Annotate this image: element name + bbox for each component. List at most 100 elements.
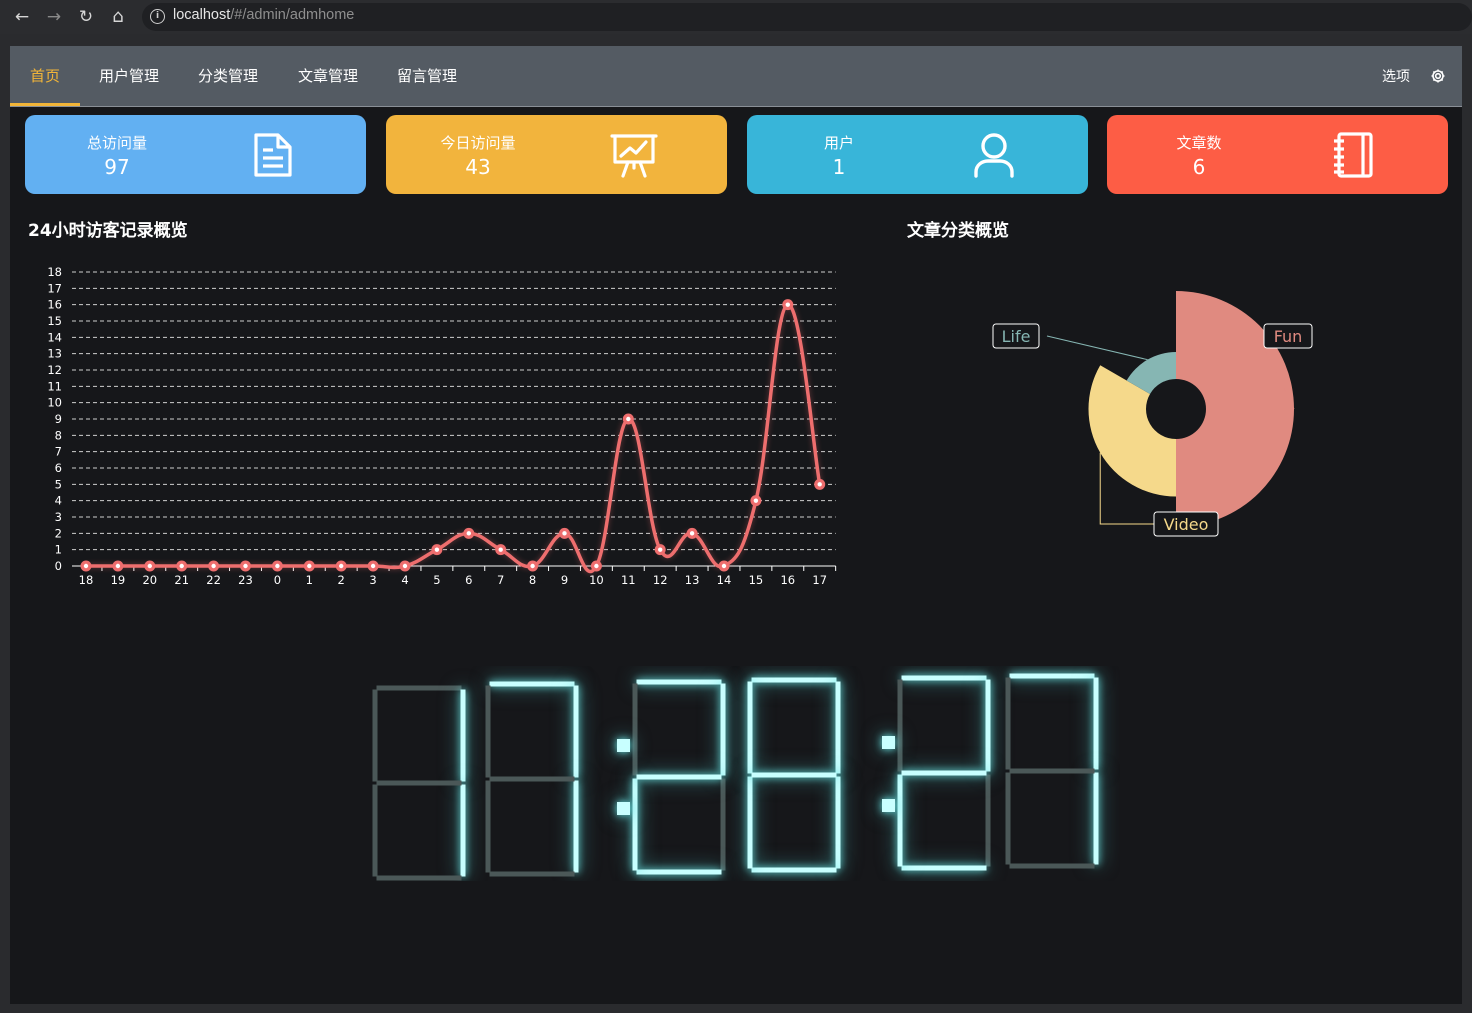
y-tick-label: 12: [47, 363, 62, 377]
x-tick-label: 7: [497, 573, 504, 587]
clock-digit-7: [1005, 673, 1099, 869]
data-point-center: [434, 547, 440, 552]
x-tick-label: 21: [174, 573, 189, 587]
x-tick-label: 8: [529, 573, 536, 587]
pie-slice-video: [1088, 365, 1176, 497]
label-leader-line: [1046, 335, 1148, 361]
data-point-center: [626, 416, 631, 422]
y-tick-label: 9: [55, 412, 62, 426]
y-tick-label: 15: [47, 314, 62, 328]
data-point-center: [785, 302, 790, 307]
y-tick-label: 8: [55, 428, 62, 442]
x-tick-label: 23: [238, 573, 253, 587]
x-tick-label: 9: [561, 573, 568, 587]
clock-colon-dot: [617, 739, 630, 752]
y-tick-label: 4: [55, 494, 62, 508]
forward-arrow-icon[interactable]: →: [44, 7, 64, 27]
pie-label: Fun: [1274, 327, 1303, 346]
x-tick-label: 19: [111, 573, 126, 587]
pie-label: Life: [1002, 327, 1031, 346]
page-viewport: 首页 用户管理 分类管理 文章管理 留言管理 选项 总访问量 97 今日访问量 …: [10, 46, 1462, 1004]
x-tick-label: 2: [338, 573, 345, 587]
x-tick-label: 5: [433, 573, 440, 587]
series-line: [86, 302, 822, 574]
digital-clock: [372, 673, 1099, 881]
data-point-center: [753, 498, 759, 503]
data-point-center: [307, 563, 312, 569]
data-point-center: [530, 563, 535, 569]
data-point-center: [689, 531, 695, 536]
data-point-center: [466, 531, 471, 536]
clock-colon-dot: [882, 799, 895, 812]
articles-card: 文章数 6: [1107, 115, 1448, 194]
y-tick-label: 18: [47, 265, 62, 279]
data-point-center: [721, 563, 727, 569]
y-tick-label: 1: [55, 543, 62, 557]
clock-colon-dot: [882, 736, 895, 749]
options-menu[interactable]: 选项: [1382, 46, 1410, 106]
x-tick-label: 6: [465, 573, 472, 587]
back-arrow-icon[interactable]: ←: [12, 7, 32, 27]
y-tick-label: 11: [47, 379, 62, 393]
reload-icon[interactable]: ↻: [76, 7, 96, 27]
clock-digit-2: [897, 675, 991, 871]
x-tick-label: 13: [685, 573, 700, 587]
url-text[interactable]: localhost/#/admin/admhome: [173, 7, 354, 23]
clock-colon-dot: [617, 802, 630, 815]
clock-digit-2: [632, 679, 726, 875]
data-point-center: [498, 547, 503, 552]
data-point-center: [594, 563, 599, 569]
y-tick-label: 3: [55, 510, 62, 524]
y-tick-label: 2: [55, 526, 62, 540]
data-point-center: [275, 563, 280, 569]
x-tick-label: 1: [306, 573, 313, 587]
series-line-glow: [86, 302, 822, 574]
y-tick-label: 6: [55, 461, 62, 475]
data-point-center: [83, 563, 89, 569]
clock-digit-1: [372, 685, 466, 881]
y-tick-label: 10: [47, 396, 62, 410]
data-point-center: [211, 563, 216, 569]
gear-icon[interactable]: [1430, 68, 1446, 84]
x-tick-label: 16: [780, 573, 795, 587]
category-chart-title: 文章分类概览: [907, 221, 1009, 241]
card-value: 6: [1192, 155, 1206, 179]
y-tick-label: 13: [47, 347, 62, 361]
notebook-icon: [1334, 132, 1373, 178]
y-tick-label: 16: [47, 298, 62, 312]
data-point-center: [562, 531, 567, 536]
data-point-center: [147, 563, 152, 569]
x-tick-label: 15: [749, 573, 764, 587]
visits-line-chart: 012345678910111213141516171818 19 20 21 22 23…: [47, 265, 837, 587]
data-point-center: [115, 563, 121, 569]
y-tick-label: 7: [55, 445, 62, 459]
data-point-center: [243, 563, 248, 569]
data-point-center: [179, 563, 184, 569]
category-rose-chart: Fun Video Life: [992, 291, 1313, 537]
x-tick-label: 10: [589, 573, 604, 587]
x-tick-label: 22: [206, 573, 221, 587]
home-icon[interactable]: ⌂: [108, 7, 128, 27]
x-tick-label: 3: [369, 573, 376, 587]
x-tick-label: 11: [621, 573, 636, 587]
pie-label: Video: [1164, 515, 1209, 534]
data-point-center: [339, 563, 344, 569]
x-tick-label: 0: [274, 573, 281, 587]
y-tick-label: 17: [47, 281, 62, 295]
y-tick-label: 5: [55, 477, 62, 491]
y-tick-label: 0: [55, 559, 62, 573]
x-tick-label: 18: [79, 573, 94, 587]
card-label: 文章数: [1176, 134, 1222, 152]
data-point-center: [402, 563, 408, 569]
clock-digit-8: [747, 677, 841, 873]
clock-digit-7: [485, 681, 579, 877]
x-tick-label: 12: [653, 573, 668, 587]
x-tick-label: 14: [717, 573, 732, 587]
info-icon[interactable]: i: [150, 9, 165, 24]
x-tick-label: 17: [812, 573, 827, 587]
data-point-center: [658, 547, 663, 552]
user-icon: [974, 133, 1014, 178]
browser-toolbar: ← → ↻ ⌂ i localhost/#/admin/admhome: [0, 0, 1472, 34]
x-tick-label: 4: [401, 573, 408, 587]
data-point-center: [817, 482, 822, 487]
